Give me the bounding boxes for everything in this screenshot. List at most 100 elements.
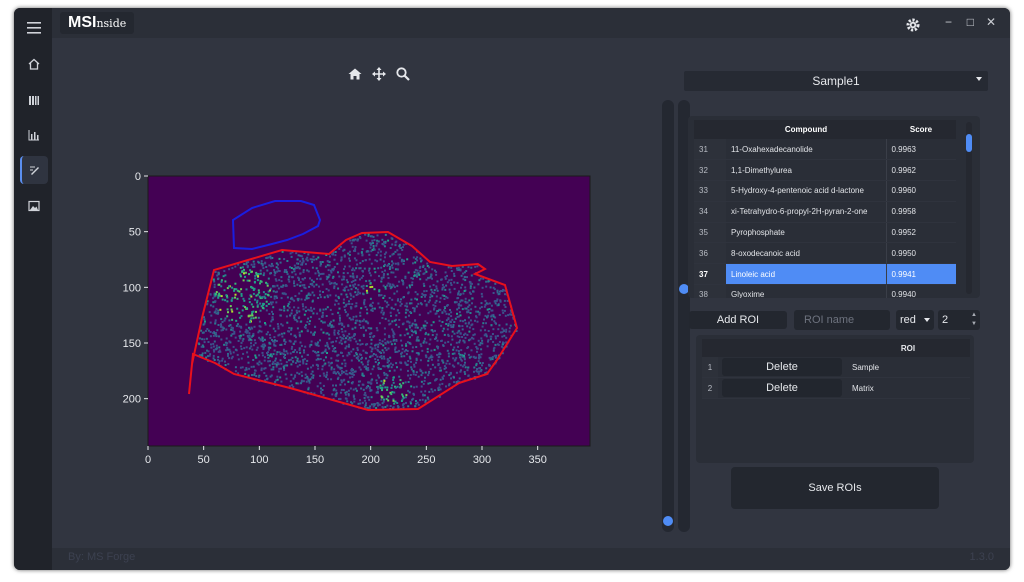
table-row[interactable]: 35 Pyrophosphate 0.9952 [694,222,956,244]
roi-table: ROI 1 Delete Sample 2 Delete Matrix [702,339,970,399]
table-row[interactable]: 36 8-oxodecanoic acid 0.9950 [694,242,956,265]
roi-color-select[interactable]: red [896,310,934,330]
x-tick-label: 250 [417,454,435,466]
compound-score: 0.9962 [885,159,956,182]
image-icon[interactable] [20,192,48,220]
table-row[interactable]: 38 Glyoxime 0.9940 [694,284,956,298]
home-icon[interactable] [20,50,48,78]
chevron-down-icon [976,77,982,81]
spin-down-icon[interactable]: ▼ [970,320,978,328]
sample-select-value: Sample1 [812,74,860,88]
maximize-button[interactable]: □ [967,15,974,29]
compound-name: 11-Oxahexadecanolide [726,139,886,161]
x-tick-label: 50 [198,454,210,466]
footer-credit: By: MS Forge [68,551,136,563]
compound-name: 8-oxodecanoic acid [726,242,886,265]
compound-score: 0.9941 [885,263,956,286]
delete-roi-button[interactable]: Delete [722,358,842,376]
bar-chart-icon[interactable] [20,121,48,149]
compound-score: 0.9958 [885,201,956,223]
table-row[interactable]: 37 Linoleic acid 0.9941 [694,263,956,286]
column-header-roi[interactable]: ROI [846,339,970,357]
y-tick-label: 200 [123,394,141,406]
gear-icon[interactable] [902,14,924,36]
row-index: 38 [694,284,726,298]
table-row[interactable]: 31 11-Oxahexadecanolide 0.9963 [694,139,956,161]
compound-name: Pyrophosphate [726,222,886,244]
chevron-down-icon [924,318,930,322]
title-bar: MSInside − □ ✕ [52,8,1010,38]
compound-table-panel: Compound Score 31 11-Oxahexadecanolide 0.9… [688,116,980,298]
close-button[interactable]: ✕ [986,15,996,29]
x-tick-label: 150 [306,454,324,466]
version-label: 1.3.0 [969,551,994,563]
compound-name: 1,1-Dimethylurea [726,159,886,182]
action-cell: Delete [718,357,846,378]
compound-table: Compound Score 31 11-Oxahexadecanolide 0.9… [694,120,956,298]
y-tick-label: 150 [123,338,141,350]
minimize-button[interactable]: − [945,15,952,29]
library-icon[interactable] [20,86,48,114]
compound-name: Glyoxime [726,284,886,298]
column-header-action [718,339,846,357]
y-tick-label: 100 [123,282,141,294]
scrollbar-thumb[interactable] [966,134,972,152]
row-index: 32 [694,159,726,182]
delete-roi-button[interactable]: Delete [722,379,842,397]
compound-score: 0.9952 [885,222,956,244]
column-header-score[interactable]: Score [886,120,956,139]
table-scrollbar[interactable] [966,122,972,294]
roi-width-value: 2 [942,314,949,326]
column-header-compound[interactable]: Compound [726,120,886,139]
lower-threshold-slider[interactable] [662,100,674,532]
column-header-index [694,120,726,139]
add-roi-button[interactable]: Add ROI [689,311,787,329]
row-index: 31 [694,139,726,161]
x-tick-label: 0 [145,454,151,466]
app-window: MSInside − □ ✕ 0 50 100 150 200 0 50 100… [14,8,1010,570]
roi-width-spinbox[interactable]: 2 ▲ ▼ [938,310,980,330]
row-index: 34 [694,201,726,223]
main-area: 0 50 100 150 200 0 50 100 150 200 250 300 350 Sampl… [52,38,1010,548]
row-index: 37 [694,263,726,286]
roi-image-plot[interactable]: 0 50 100 150 200 0 50 100 150 200 250 300 350 [92,168,612,478]
draw-icon[interactable] [20,156,48,184]
plot-toolbar [347,66,411,82]
roi-name: Sample [846,357,970,378]
plot-background [148,176,590,446]
home-icon[interactable] [347,66,363,82]
x-tick-label: 300 [473,454,491,466]
roi-row[interactable]: 1 Delete Sample [702,357,970,378]
y-tick-label: 0 [135,171,141,183]
table-row[interactable]: 34 xi-Tetrahydro-6-propyl-2H-pyran-2-one 0… [694,201,956,223]
x-axis: 0 50 100 150 200 250 300 350 [145,446,547,466]
table-row[interactable]: 33 5-Hydroxy-4-pentenoic acid d-lactone 0.… [694,180,956,202]
compound-score: 0.9950 [885,242,956,265]
spin-up-icon[interactable]: ▲ [970,311,978,319]
sample-select[interactable]: Sample1 [684,71,988,91]
y-tick-label: 50 [129,227,141,239]
x-tick-label: 350 [528,454,546,466]
pan-icon[interactable] [371,66,387,82]
roi-color-value: red [900,314,916,326]
compound-name: xi-Tetrahydro-6-propyl-2H-pyran-2-one [726,201,886,223]
row-index: 2 [702,377,718,399]
compound-name: Linoleic acid [726,263,886,286]
compound-name: 5-Hydroxy-4-pentenoic acid d-lactone [726,180,886,202]
table-row[interactable]: 32 1,1-Dimethylurea 0.9962 [694,159,956,182]
x-tick-label: 100 [250,454,268,466]
status-bar: By: MS Forge 1.3.0 [52,548,1010,570]
row-index: 1 [702,357,718,378]
save-rois-button[interactable]: Save ROIs [731,467,939,509]
row-index: 36 [694,242,726,265]
x-tick-label: 200 [361,454,379,466]
slider-handle[interactable] [663,516,673,526]
roi-row[interactable]: 2 Delete Matrix [702,377,970,399]
compound-score: 0.9963 [885,139,956,161]
row-index: 33 [694,180,726,202]
zoom-icon[interactable] [395,66,411,82]
roi-name-input[interactable]: ROI name [794,310,890,330]
column-header-index [702,339,718,357]
menu-icon[interactable] [20,14,48,42]
app-logo: MSInside [60,12,135,34]
